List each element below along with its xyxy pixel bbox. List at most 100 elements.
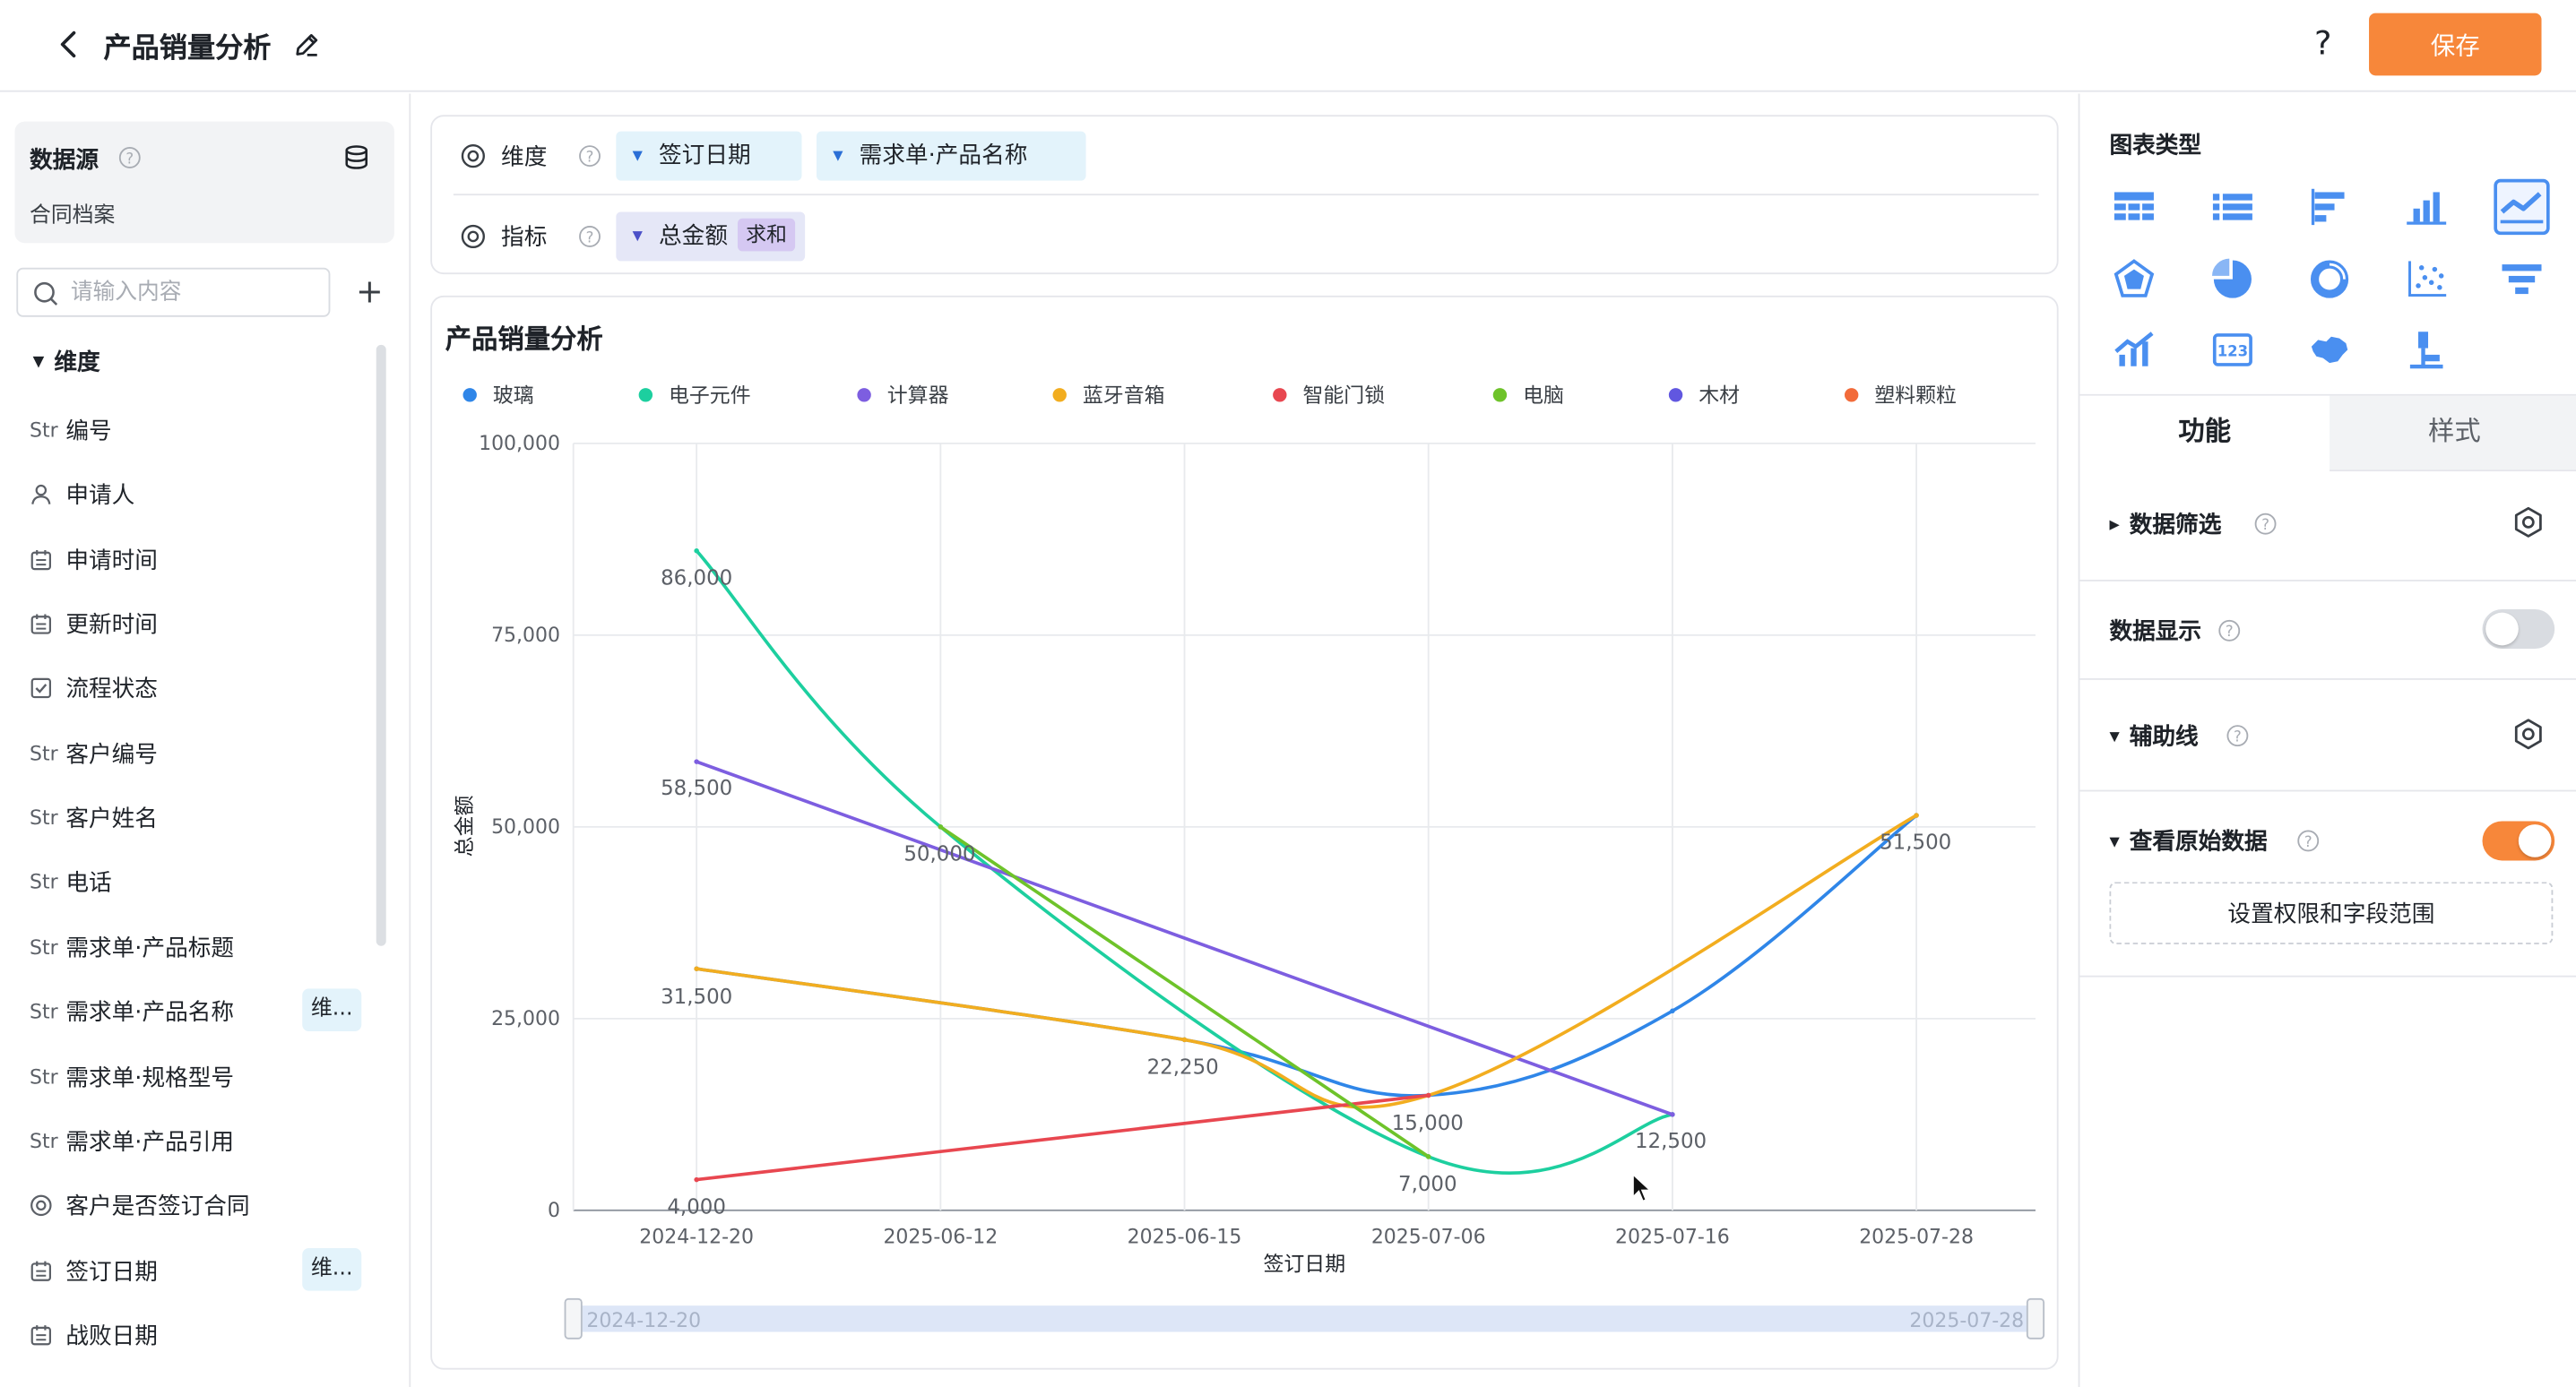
svg-text:?: ? [586, 228, 594, 246]
dimension-label: 维度 [501, 144, 548, 171]
field-item[interactable]: 申请人 [30, 475, 375, 514]
field-item[interactable]: 客户是否签订合同 [30, 1186, 375, 1226]
str-icon: Str [29, 871, 58, 894]
field-item[interactable]: Str 需求单·产品引用 [30, 1122, 375, 1161]
legend-marker [1273, 388, 1287, 402]
field-item[interactable]: Str 编号 [30, 410, 375, 450]
tab-function[interactable]: 功能 [2079, 395, 2330, 470]
save-button[interactable]: 保存 [2369, 13, 2542, 76]
back-arrow-icon[interactable] [53, 26, 86, 62]
field-label: 战败日期 [65, 1323, 158, 1350]
dimension-group-toggle[interactable]: ▼ 维度 [33, 345, 100, 378]
help-circle-icon[interactable]: ? [2217, 619, 2241, 642]
permission-scope-button[interactable]: 设置权限和字段范围 [2109, 882, 2554, 944]
funnel-icon[interactable] [2494, 251, 2549, 306]
data-point [1181, 1037, 1188, 1043]
y-tick-label: 0 [548, 1200, 560, 1222]
chart-title: 产品销量分析 [445, 323, 603, 355]
field-label: 客户是否签订合同 [65, 1193, 250, 1221]
legend-marker [857, 388, 871, 402]
table-icon[interactable] [2106, 179, 2162, 235]
field-label: 流程状态 [65, 676, 158, 704]
field-item[interactable]: 申请时间 [30, 539, 375, 579]
combo-chart-icon[interactable] [2106, 322, 2162, 377]
data-display-toggle[interactable] [2482, 609, 2555, 649]
field-label: 客户姓名 [65, 806, 158, 833]
help-circle-icon[interactable]: ? [118, 146, 142, 169]
legend-marker [1492, 388, 1508, 402]
help-button[interactable]: ? [2304, 23, 2343, 66]
search-input[interactable] [70, 274, 317, 311]
range-handle-left[interactable] [564, 1297, 583, 1340]
data-filter-toggle[interactable]: ▶ 数据筛选 [2109, 507, 2221, 540]
caret-down-icon: ▼ [632, 228, 643, 244]
help-circle-icon[interactable]: ? [578, 144, 601, 168]
data-point [1425, 1154, 1431, 1159]
data-label: 86,000 [661, 567, 732, 590]
calendar-icon [30, 1320, 59, 1349]
str-icon: Str [29, 806, 58, 830]
y-tick-label: 50,000 [491, 816, 560, 839]
divider [2330, 470, 2576, 472]
svg-text:?: ? [2261, 516, 2269, 533]
search-icon [34, 281, 58, 306]
bar-horizontal-icon[interactable] [2302, 179, 2357, 235]
divider [2079, 580, 2576, 582]
database-icon[interactable] [341, 142, 371, 172]
add-field-button[interactable]: + [351, 272, 387, 308]
legend-marker [638, 388, 653, 402]
line-chart-icon[interactable] [2494, 178, 2550, 236]
calendar-icon [30, 545, 59, 574]
radar-icon[interactable] [2106, 251, 2162, 306]
field-item[interactable]: Str 电话 [30, 863, 375, 902]
legend-marker [462, 388, 477, 402]
metric-pill[interactable]: ▼ 总金额 求和 [616, 211, 806, 262]
caret-down-icon: ▼ [32, 354, 45, 372]
range-handle-right[interactable] [2026, 1297, 2045, 1340]
range-start-label: 2024-12-20 [586, 1310, 701, 1332]
data-label: 7,000 [1398, 1173, 1457, 1196]
person-icon [30, 480, 59, 510]
field-item[interactable]: Str 需求单·产品名称 维... [30, 988, 375, 1032]
list-icon[interactable] [2205, 179, 2260, 235]
help-circle-icon[interactable]: ? [2296, 830, 2320, 853]
edit-pencil-icon[interactable] [292, 30, 322, 59]
field-item[interactable]: 流程状态 [30, 669, 375, 709]
help-circle-icon[interactable]: ? [578, 225, 601, 248]
pie-icon[interactable] [2205, 251, 2260, 306]
datasource-card: 数据源 ? 合同档案 [14, 121, 394, 244]
bar-chart-icon[interactable] [2399, 179, 2454, 235]
donut-icon[interactable] [2302, 251, 2357, 306]
field-item[interactable]: Str 客户姓名 [30, 798, 375, 838]
raw-data-toggle-section[interactable]: ▼ 查看原始数据 [2109, 824, 2267, 857]
svg-text:?: ? [2226, 623, 2234, 640]
field-item[interactable]: 战败日期 [30, 1315, 375, 1355]
dimension-pill-product[interactable]: ▼ 需求单·产品名称 [816, 131, 1086, 181]
aux-line-label: 辅助线 [2129, 724, 2199, 751]
raw-data-toggle[interactable] [2482, 821, 2555, 861]
field-item[interactable]: 签订日期 维... [30, 1247, 375, 1290]
config-card: 维度 ? ▼ 签订日期 ▼ 需求单·产品名称 指标 ? ▼ 总金额 求和 [430, 115, 2059, 275]
field-item[interactable]: Str 客户编号 [30, 734, 375, 773]
dimension-pill-date[interactable]: ▼ 签订日期 [616, 131, 802, 181]
aux-line-toggle[interactable]: ▼ 辅助线 [2109, 719, 2198, 753]
field-item[interactable]: Str 需求单·规格型号 [30, 1056, 375, 1096]
data-point [694, 759, 699, 764]
settings-gear-icon[interactable] [2512, 506, 2546, 539]
scatter-icon[interactable] [2399, 251, 2454, 306]
legend-label: 蓝牙音箱 [1083, 384, 1165, 408]
help-circle-icon[interactable]: ? [2226, 724, 2250, 747]
tab-style[interactable]: 样式 [2330, 395, 2576, 470]
number-card-icon[interactable]: 123 [2205, 322, 2260, 377]
map-icon[interactable] [2302, 322, 2357, 377]
field-list-scrollbar[interactable] [376, 344, 386, 946]
field-item[interactable]: 更新时间 [30, 605, 375, 644]
settings-gear-icon[interactable] [2512, 718, 2546, 751]
gantt-icon[interactable] [2399, 322, 2454, 377]
data-point [694, 966, 699, 971]
field-usage-badge: 维... [302, 1247, 362, 1290]
str-icon: Str [29, 418, 58, 443]
help-circle-icon[interactable]: ? [2254, 513, 2278, 536]
range-slider-track[interactable] [573, 1305, 2036, 1332]
field-item[interactable]: Str 需求单·产品标题 [30, 927, 375, 967]
